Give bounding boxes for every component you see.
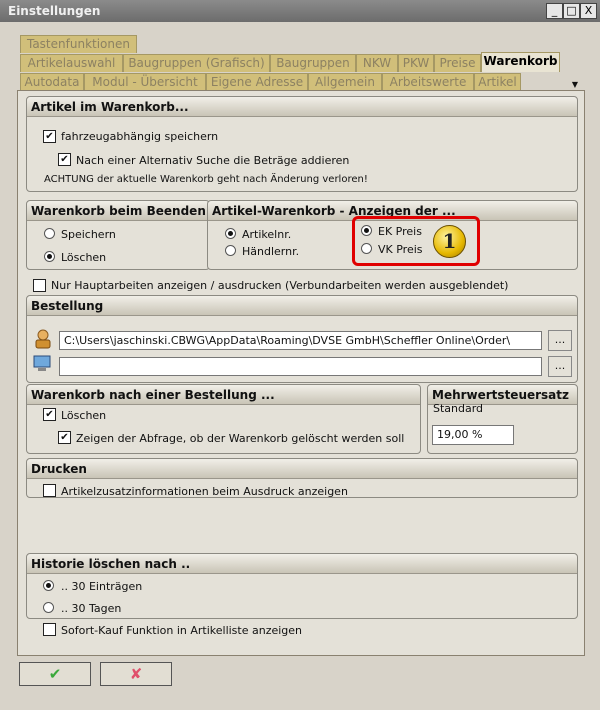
group-title: Warenkorb nach einer Bestellung ... — [27, 385, 420, 405]
tab-pkw[interactable]: PKW — [398, 54, 434, 72]
tab-baugruppen-grafisch[interactable]: Baugruppen (Grafisch) — [123, 54, 270, 72]
artikelnr-label: Artikelnr. — [242, 228, 292, 241]
radio-vk-preis[interactable] — [361, 243, 372, 254]
radio-loeschen[interactable] — [44, 251, 55, 262]
window-title: Einstellungen — [8, 4, 101, 18]
tab-tastenfunktionen[interactable]: Tastenfunktionen — [20, 35, 137, 53]
loeschen-label: Löschen — [61, 251, 107, 264]
mwst-input[interactable]: 19,00 % — [432, 425, 514, 445]
group-title: Drucken — [27, 459, 577, 479]
computer-icon — [33, 355, 51, 371]
tab-eigene-adresse[interactable]: Eigene Adresse — [206, 73, 308, 91]
tab-scroll-down-icon[interactable]: ▼ — [572, 80, 578, 89]
browse-path2-button[interactable]: ... — [548, 356, 572, 377]
radio-30-tage[interactable] — [43, 602, 54, 613]
order-path-input[interactable]: C:\Users\jaschinski.CBWG\AppData\Roaming… — [59, 331, 542, 350]
cancel-button[interactable]: ✘ — [100, 662, 172, 686]
fahrzeug-label: fahrzeugabhängig speichern — [61, 130, 219, 143]
sofort-label: Sofort-Kauf Funktion in Artikelliste anz… — [61, 624, 303, 637]
sofort-checkbox[interactable] — [43, 623, 56, 636]
group-title: Warenkorb beim Beenden ... — [27, 201, 209, 221]
radio-haendlernr[interactable] — [225, 245, 236, 256]
zusatz-checkbox[interactable] — [43, 484, 56, 497]
mwst-standard-label: Standard — [433, 402, 484, 415]
order-path2-input[interactable] — [59, 357, 542, 376]
nach-loeschen-checkbox[interactable]: ✔ — [43, 408, 56, 421]
radio-ek-preis[interactable] — [361, 225, 372, 236]
tab-autodata[interactable]: Autodata — [20, 73, 84, 91]
alternativ-label: Nach einer Alternativ Suche die Beträge … — [76, 154, 350, 167]
30-eintraege-label: .. 30 Einträgen — [61, 580, 143, 593]
nach-loeschen-label: Löschen — [61, 409, 107, 422]
radio-speichern[interactable] — [44, 228, 55, 239]
speichern-label: Speichern — [61, 228, 116, 241]
30-tage-label: .. 30 Tagen — [61, 602, 122, 615]
tab-modul-uebersicht[interactable]: Modul - Übersicht — [84, 73, 206, 91]
tab-preise[interactable]: Preise — [434, 54, 481, 72]
group-title: Artikel im Warenkorb... — [27, 97, 577, 117]
nur-haupt-checkbox[interactable] — [33, 279, 46, 292]
ok-button[interactable]: ✔ — [19, 662, 91, 686]
minimize-button[interactable]: _ — [546, 3, 563, 19]
warning-text: ACHTUNG der aktuelle Warenkorb geht nach… — [44, 174, 368, 185]
tab-warenkorb[interactable]: Warenkorb — [481, 52, 560, 72]
group-title: Bestellung — [27, 296, 577, 316]
alternativ-checkbox[interactable]: ✔ — [58, 153, 71, 166]
nur-haupt-label: Nur Hauptarbeiten anzeigen / ausdrucken … — [51, 279, 509, 292]
radio-artikelnr[interactable] — [225, 228, 236, 239]
title-bar: Einstellungen _ □ X — [0, 0, 600, 22]
tab-allgemein[interactable]: Allgemein — [308, 73, 382, 91]
haendlernr-label: Händlernr. — [242, 245, 300, 258]
settings-window: Einstellungen _ □ X Tastenfunktionen Art… — [0, 0, 600, 710]
vk-preis-label: VK Preis — [378, 243, 423, 256]
abfrage-label: Zeigen der Abfrage, ob der Warenkorb gel… — [76, 432, 405, 445]
zusatz-label: Artikelzusatzinformationen beim Ausdruck… — [61, 485, 348, 498]
tab-baugruppen[interactable]: Baugruppen — [270, 54, 356, 72]
fahrzeug-checkbox[interactable]: ✔ — [43, 130, 56, 143]
abfrage-checkbox[interactable]: ✔ — [58, 431, 71, 444]
radio-30-eintraege[interactable] — [43, 580, 54, 591]
browse-path-button[interactable]: ... — [548, 330, 572, 351]
annotation-badge: 1 — [433, 225, 466, 258]
tab-arbeitswerte[interactable]: Arbeitswerte — [382, 73, 474, 91]
tab-artikelauswahl[interactable]: Artikelauswahl — [20, 54, 123, 72]
group-title: Historie löschen nach .. — [27, 554, 577, 574]
close-button[interactable]: X — [580, 3, 597, 19]
ek-preis-label: EK Preis — [378, 225, 422, 238]
tab-nkw[interactable]: NKW — [356, 54, 398, 72]
maximize-button[interactable]: □ — [563, 3, 580, 19]
tab-artikel[interactable]: Artikel — [474, 73, 521, 91]
user-folder-icon — [35, 329, 51, 349]
